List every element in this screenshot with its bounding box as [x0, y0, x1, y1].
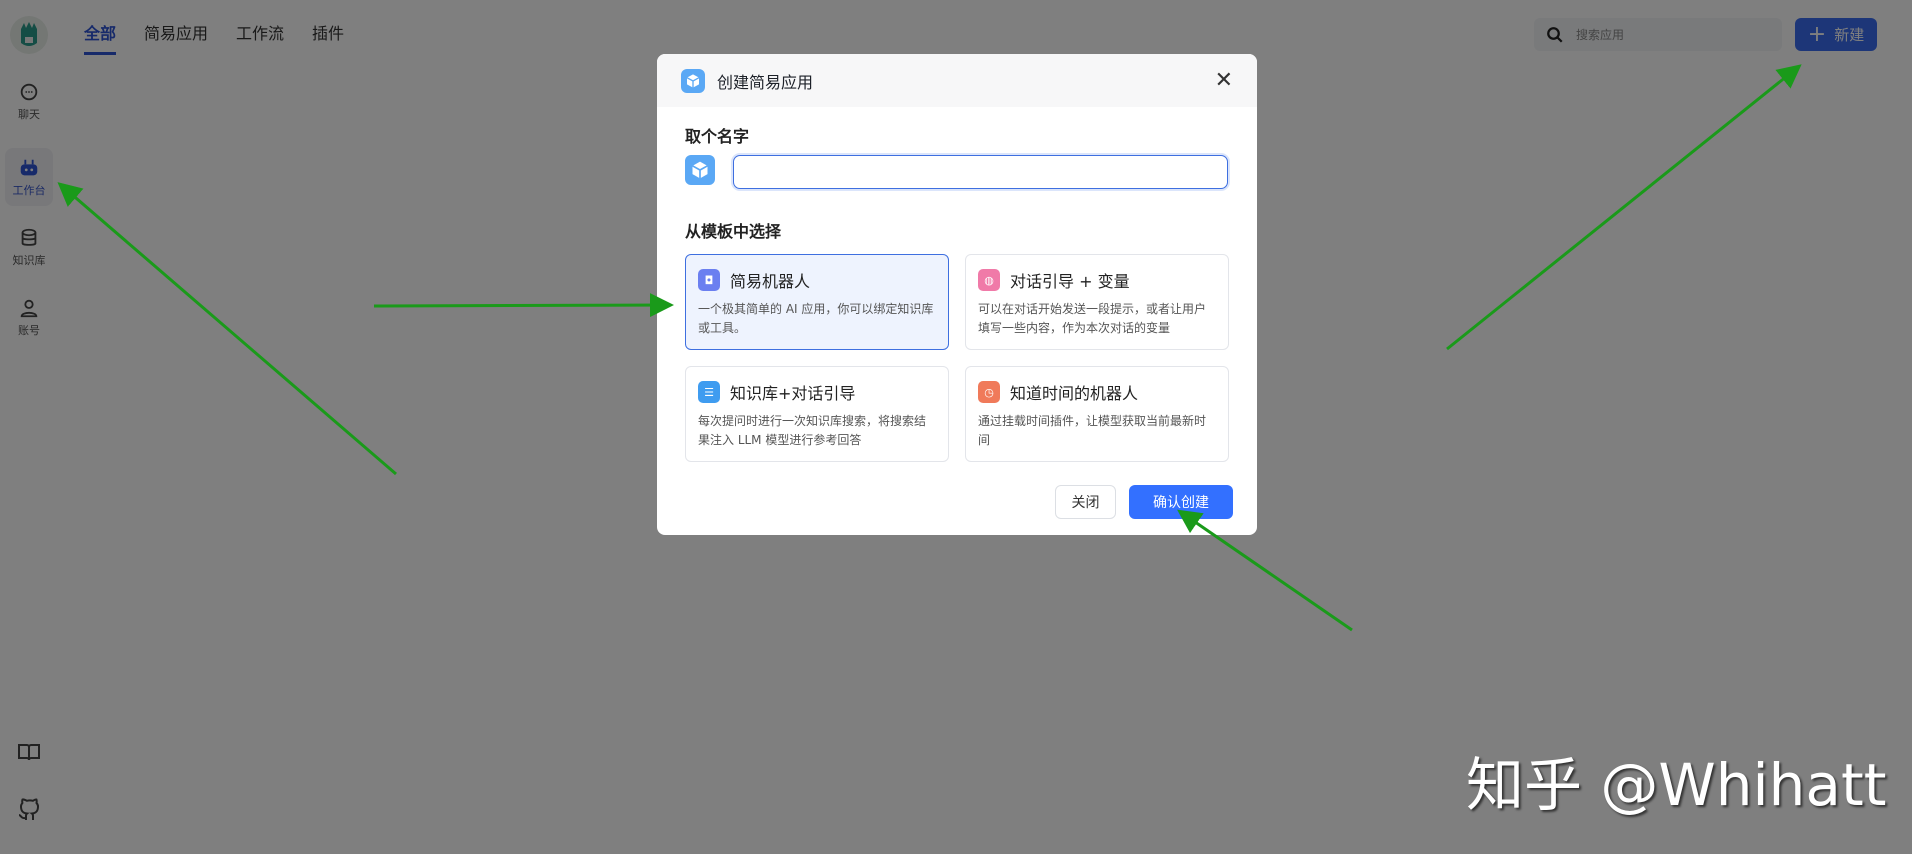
- arrow-to-new-button: [1446, 64, 1802, 351]
- annotation-arrows: [57, 64, 1802, 632]
- arrow-to-template: [373, 293, 674, 318]
- watermark: 知乎 @Whihatt: [1466, 751, 1887, 819]
- arrow-to-confirm: [1177, 509, 1353, 632]
- arrow-to-workbench: [57, 182, 397, 476]
